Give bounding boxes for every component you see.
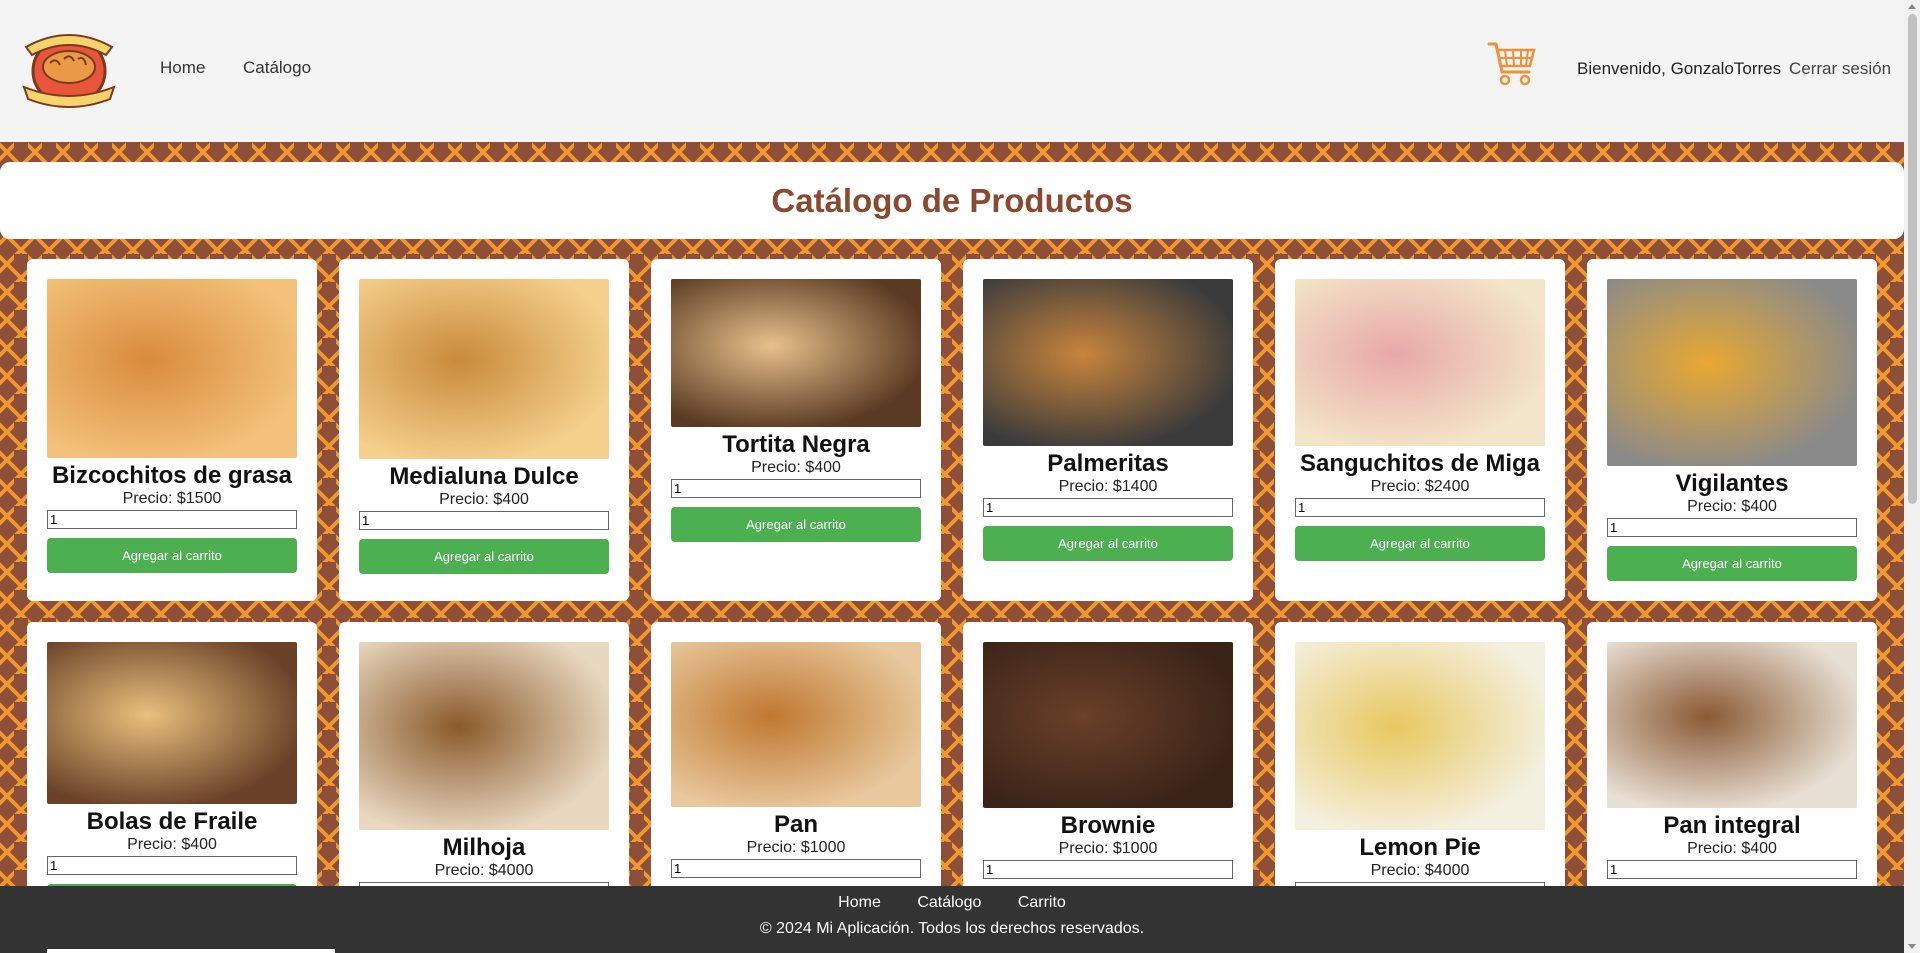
- page-title-bar: Catálogo de Productos: [0, 162, 1904, 239]
- product-price: Precio: $1000: [1058, 840, 1158, 857]
- product-name: Bizcochitos de grasa: [51, 462, 293, 489]
- product-name: Lemon Pie: [1359, 834, 1481, 861]
- product-name: Palmeritas: [1047, 450, 1169, 477]
- site-footer: Home Catálogo Carrito © 2024 Mi Aplicaci…: [0, 886, 1904, 953]
- sanguchitos-photo: [1295, 279, 1545, 446]
- footer-nav: Home Catálogo Carrito: [0, 886, 1904, 912]
- copyright-text: © 2024 Mi Aplicación. Todos los derechos…: [759, 920, 1145, 937]
- logout-link[interactable]: Cerrar sesión: [1789, 59, 1891, 79]
- scroll-thumb[interactable]: [1908, 14, 1917, 504]
- product-card: Bizcochitos de grasaPrecio: $1500 Agregar…: [27, 259, 317, 601]
- product-card: Sanguchitos de MigaPrecio: $2400 Agregar …: [1275, 259, 1565, 601]
- quantity-input[interactable]: [983, 498, 1233, 517]
- product-name: Bolas de Fraile: [86, 808, 258, 835]
- bolas-de-fraile-photo: [47, 642, 297, 804]
- footer-link-home[interactable]: Home: [838, 894, 881, 911]
- product-name: Medialuna Dulce: [389, 463, 579, 490]
- bottom-strip: [47, 949, 335, 953]
- add-to-cart-button[interactable]: Agregar al carrito: [47, 538, 297, 573]
- product-name: Pan: [773, 811, 818, 838]
- quantity-input[interactable]: [47, 856, 297, 875]
- site-header: Home Catálogo Bienvenido, GonzaloTorres …: [0, 0, 1904, 142]
- product-price: Precio: $400: [439, 491, 529, 508]
- nav-home[interactable]: Home: [160, 58, 205, 78]
- product-price: Precio: $4000: [1370, 862, 1470, 879]
- product-card: BrowniePrecio: $1000Agregar al carrito: [963, 622, 1253, 886]
- quantity-input[interactable]: [1607, 860, 1857, 879]
- medialuna-photo: [359, 279, 609, 459]
- product-name: Vigilantes: [1675, 470, 1789, 497]
- product-name: Pan integral: [1663, 812, 1801, 839]
- shopping-cart-icon[interactable]: [1487, 40, 1537, 86]
- product-price: Precio: $400: [751, 459, 841, 476]
- product-price: Precio: $1400: [1058, 478, 1158, 495]
- milhoja-photo: [359, 642, 609, 830]
- lemon-pie-photo: [1295, 642, 1545, 830]
- vigilantes-photo: [1607, 279, 1857, 466]
- add-to-cart-button[interactable]: Agregar al carrito: [359, 539, 609, 574]
- product-name: Milhoja: [442, 834, 526, 861]
- product-card: Lemon PiePrecio: $4000Agregar al carrito: [1275, 622, 1565, 886]
- footer-link-catalogo[interactable]: Catálogo: [917, 894, 981, 911]
- product-card: Tortita NegraPrecio: $400 Agregar al carr…: [651, 259, 941, 601]
- scroll-up-arrow-icon[interactable]: [1908, 4, 1916, 9]
- pan-integral-photo: [1607, 642, 1857, 808]
- quantity-input[interactable]: [1607, 518, 1857, 537]
- quantity-input[interactable]: [983, 860, 1233, 879]
- add-to-cart-button[interactable]: Agregar al carrito: [983, 526, 1233, 561]
- product-card: PanPrecio: $1000Agregar al carrito: [651, 622, 941, 886]
- product-card: PalmeritasPrecio: $1400 Agregar al carrit…: [963, 259, 1253, 601]
- add-to-cart-button[interactable]: Agregar al carrito: [671, 507, 921, 542]
- product-name: Tortita Negra: [722, 431, 870, 458]
- product-price: Precio: $1000: [746, 839, 846, 856]
- tortita-negra-photo: [671, 279, 921, 427]
- product-price: Precio: $1500: [122, 490, 222, 507]
- product-card: VigilantesPrecio: $400 Agregar al carrito: [1587, 259, 1877, 601]
- product-name: Brownie: [1060, 812, 1156, 839]
- product-name: Sanguchitos de Miga: [1299, 450, 1541, 477]
- palmeritas-photo: [983, 279, 1233, 446]
- product-card: Pan integralPrecio: $400Agregar al carri…: [1587, 622, 1877, 886]
- product-price: Precio: $2400: [1370, 478, 1470, 495]
- product-price: Precio: $400: [1687, 840, 1777, 857]
- quantity-input[interactable]: [47, 510, 297, 529]
- bakery-logo[interactable]: [20, 27, 118, 111]
- pan-photo: [671, 642, 921, 807]
- nav-catalogo[interactable]: Catálogo: [243, 58, 311, 78]
- catalog-section: Catálogo de Productos Bizcochitos de gra…: [0, 142, 1904, 886]
- brownie-photo: [983, 642, 1233, 808]
- footer-link-carrito[interactable]: Carrito: [1018, 894, 1066, 911]
- add-to-cart-button[interactable]: Agregar al carrito: [1295, 526, 1545, 561]
- product-card: Bolas de FrailePrecio: $400Agregar al ca…: [27, 622, 317, 886]
- product-card: MilhojaPrecio: $4000Agregar al carrito: [339, 622, 629, 886]
- bizcochitos-photo: [47, 279, 297, 458]
- product-price: Precio: $400: [127, 836, 217, 853]
- product-card: Medialuna DulcePrecio: $400 Agregar al ca…: [339, 259, 629, 601]
- product-price: Precio: $400: [1687, 498, 1777, 515]
- page-title: Catálogo de Productos: [771, 181, 1133, 219]
- add-to-cart-button[interactable]: Agregar al carrito: [1607, 546, 1857, 581]
- quantity-input[interactable]: [671, 859, 921, 878]
- welcome-message: Bienvenido, GonzaloTorres: [1577, 59, 1782, 78]
- scroll-down-arrow-icon[interactable]: [1908, 944, 1916, 949]
- product-price: Precio: $4000: [434, 862, 534, 879]
- quantity-input[interactable]: [671, 479, 921, 498]
- page-scrollbar[interactable]: [1904, 0, 1920, 953]
- quantity-input[interactable]: [359, 511, 609, 530]
- quantity-input[interactable]: [1295, 498, 1545, 517]
